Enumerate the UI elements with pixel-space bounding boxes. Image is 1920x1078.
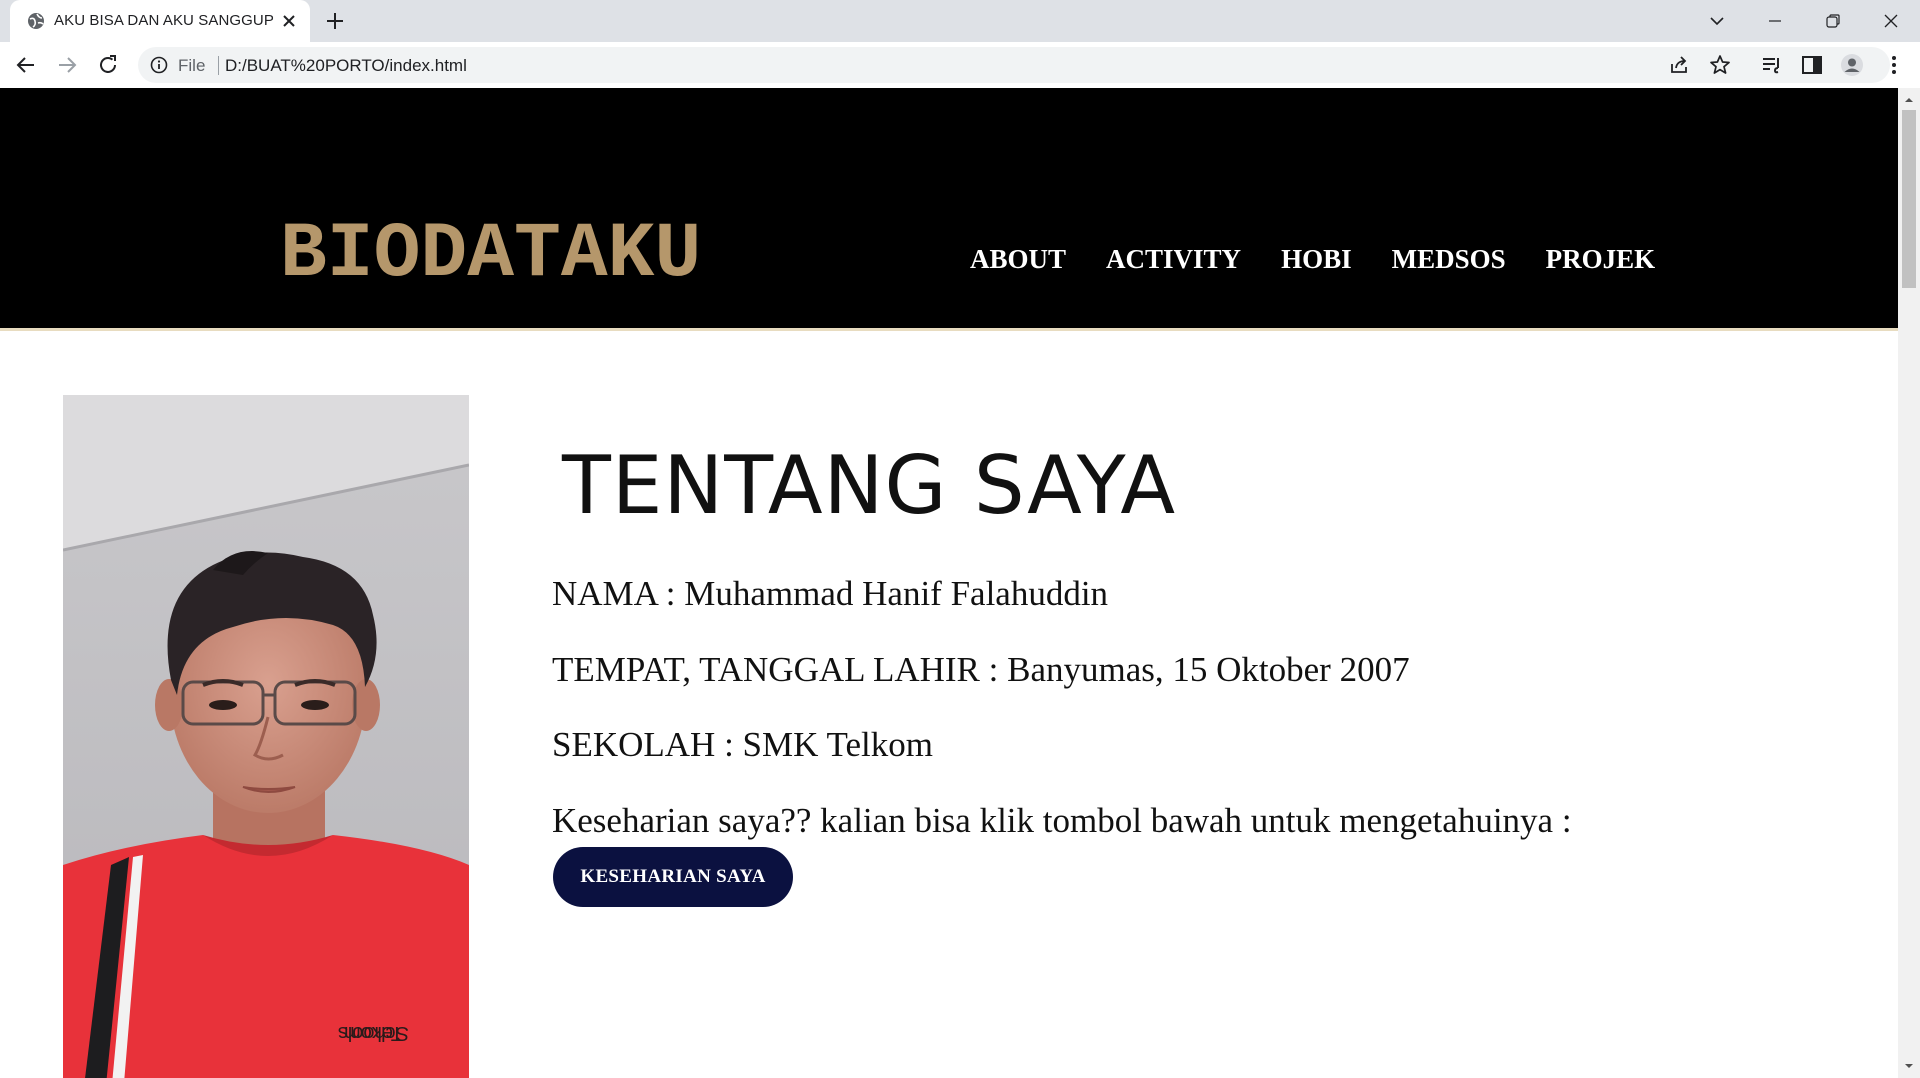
scroll-up-arrow-icon[interactable] (1903, 94, 1915, 106)
side-panel-icon[interactable] (1800, 53, 1824, 77)
keseharian-button[interactable]: KESEHARIAN SAYA (553, 847, 793, 907)
about-birth: TEMPAT, TANGGAL LAHIR : Banyumas, 15 Okt… (552, 650, 1410, 689)
back-arrow-icon[interactable] (14, 53, 38, 77)
nav-medsos[interactable]: MEDSOS (1392, 244, 1506, 275)
page-viewport: BIODATAKU ABOUT ACTIVITY HOBI MEDSOS PRO… (0, 88, 1898, 1078)
shirt-print-line2: Schools (338, 1022, 409, 1044)
profile-avatar-icon[interactable] (1840, 53, 1864, 77)
scrollbar-thumb[interactable] (1902, 110, 1916, 288)
portrait-illustration: Tekom Schools (63, 395, 469, 1078)
address-bar[interactable]: File D:/BUAT%20PORTO/index.html (138, 47, 1890, 83)
new-tab-icon[interactable] (324, 10, 346, 32)
about-prompt: Keseharian saya?? kalian bisa klik tombo… (552, 801, 1572, 840)
forward-arrow-icon[interactable] (55, 53, 79, 77)
chevron-down-icon (1710, 17, 1724, 26)
restore-button[interactable] (1810, 0, 1856, 42)
site-nav: ABOUT ACTIVITY HOBI MEDSOS PROJEK (970, 244, 1695, 275)
restore-icon (1826, 14, 1840, 28)
scheme-label: File (178, 56, 206, 75)
url-text[interactable]: D:/BUAT%20PORTO/index.html (225, 56, 467, 76)
close-icon (1884, 14, 1898, 28)
reading-list-icon[interactable] (1760, 53, 1784, 77)
nav-projek[interactable]: PROJEK (1546, 244, 1656, 275)
close-tab-icon[interactable] (280, 12, 298, 30)
info-icon[interactable] (150, 56, 168, 74)
browser-toolbar: File D:/BUAT%20PORTO/index.html (0, 42, 1920, 89)
page-scrollbar[interactable] (1898, 88, 1920, 1078)
tab-title: AKU BISA DAN AKU SANGGUP (54, 12, 274, 29)
profile-photo: Tekom Schools (63, 395, 469, 1078)
site-header: BIODATAKU ABOUT ACTIVITY HOBI MEDSOS PRO… (0, 88, 1898, 331)
reload-icon[interactable] (96, 53, 120, 77)
close-window-button[interactable] (1868, 0, 1914, 42)
minimize-icon (1769, 20, 1781, 22)
kebab-menu-icon[interactable] (1882, 53, 1906, 77)
globe-icon (28, 13, 44, 29)
minimize-button[interactable] (1752, 0, 1798, 42)
browser-tabstrip: AKU BISA DAN AKU SANGGUP (0, 0, 1920, 42)
nav-about[interactable]: ABOUT (970, 244, 1066, 275)
about-school: SEKOLAH : SMK Telkom (552, 725, 933, 764)
scroll-down-arrow-icon[interactable] (1903, 1060, 1915, 1072)
omnibox-divider (218, 56, 219, 75)
browser-tab[interactable]: AKU BISA DAN AKU SANGGUP (10, 0, 310, 42)
nav-hobi[interactable]: HOBI (1281, 244, 1352, 275)
about-title: TENTANG SAYA (562, 439, 1177, 532)
nav-activity[interactable]: ACTIVITY (1106, 244, 1241, 275)
bookmark-star-icon[interactable] (1709, 54, 1731, 76)
about-name: NAMA : Muhammad Hanif Falahuddin (552, 574, 1109, 613)
site-brand[interactable]: BIODATAKU (280, 216, 701, 294)
share-icon[interactable] (1668, 54, 1690, 76)
tab-search-button[interactable] (1694, 0, 1740, 42)
